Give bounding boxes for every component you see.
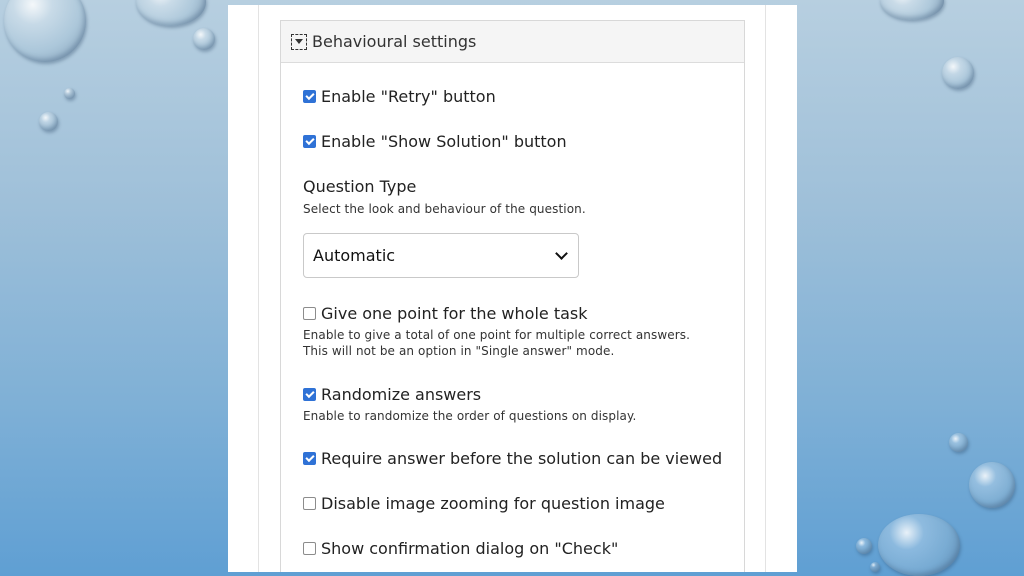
randomize-setting: Randomize answers Enable to randomize th… [303,385,636,424]
panel-border-left [258,5,259,572]
water-drop-decoration [136,0,206,26]
confirm-check-setting[interactable]: Show confirmation dialog on "Check" [303,539,618,558]
disable-zoom-label[interactable]: Disable image zooming for question image [321,494,665,513]
randomize-label[interactable]: Randomize answers [321,385,481,404]
randomize-checkbox[interactable] [303,388,316,401]
water-drop-decoration [856,538,872,554]
question-type-title: Question Type [303,177,417,196]
collapse-toggle-icon[interactable] [291,33,307,50]
randomize-row[interactable]: Randomize answers [303,385,636,404]
require-answer-label[interactable]: Require answer before the solution can b… [321,449,722,468]
water-drop-decoration [878,514,960,576]
confirm-check-label[interactable]: Show confirmation dialog on "Check" [321,539,618,558]
water-drop-decoration [4,0,86,62]
water-drop-decoration [969,462,1015,508]
one-point-description-line2: This will not be an option in "Single an… [303,344,615,358]
show-solution-label[interactable]: Enable "Show Solution" button [321,132,567,151]
require-answer-checkbox[interactable] [303,452,316,465]
randomize-description: Enable to randomize the order of questio… [303,409,637,423]
question-type-select[interactable]: Automatic [303,233,579,278]
retry-setting[interactable]: Enable "Retry" button [303,87,496,106]
chevron-down-icon [555,247,568,260]
behavioural-settings-group: Behavioural settings Enable "Retry" butt… [280,20,745,572]
water-drop-decoration [64,88,75,99]
question-type-dropdown[interactable]: Automatic [303,233,579,278]
water-drop-decoration [942,57,974,89]
show-solution-setting[interactable]: Enable "Show Solution" button [303,132,567,151]
water-drop-decoration [870,562,880,572]
retry-checkbox[interactable] [303,90,316,103]
water-drop-decoration [39,112,58,131]
require-answer-setting[interactable]: Require answer before the solution can b… [303,449,722,468]
one-point-description-line1: Enable to give a total of one point for … [303,328,691,342]
question-type-field: Question Type Select the look and behavi… [303,177,586,217]
panel-border-right [765,5,766,572]
one-point-checkbox[interactable] [303,307,316,320]
one-point-description: Enable to give a total of one point for … [303,327,690,359]
editor-panel: Behavioural settings Enable "Retry" butt… [228,5,797,572]
group-title: Behavioural settings [312,32,477,51]
question-type-selected-value: Automatic [313,246,396,265]
disable-zoom-checkbox[interactable] [303,497,316,510]
confirm-check-checkbox[interactable] [303,542,316,555]
question-type-description: Select the look and behaviour of the que… [303,202,586,216]
disable-zoom-setting[interactable]: Disable image zooming for question image [303,494,665,513]
behavioural-settings-header[interactable]: Behavioural settings [281,21,744,63]
show-solution-checkbox[interactable] [303,135,316,148]
water-drop-decoration [880,0,944,20]
retry-label[interactable]: Enable "Retry" button [321,87,496,106]
water-drop-decoration [193,28,215,50]
one-point-label[interactable]: Give one point for the whole task [321,304,588,323]
one-point-row[interactable]: Give one point for the whole task [303,304,690,323]
one-point-setting: Give one point for the whole task Enable… [303,304,690,359]
water-drop-decoration [949,433,968,452]
